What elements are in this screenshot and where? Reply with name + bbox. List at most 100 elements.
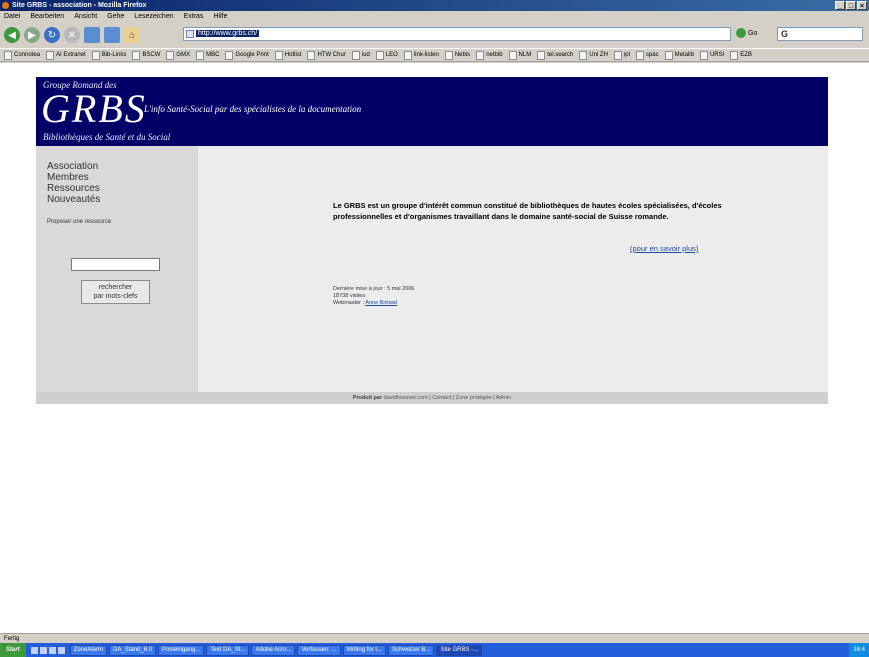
bookmark-item[interactable]: netbib bbox=[476, 51, 502, 60]
start-button[interactable]: Start bbox=[0, 643, 26, 657]
site-footer: Produit par davidhossvet.com | Contact |… bbox=[36, 392, 828, 404]
minimize-button[interactable]: _ bbox=[835, 1, 845, 10]
keyword-search-input[interactable] bbox=[71, 258, 160, 271]
bookmark-item[interactable]: Google Print bbox=[225, 51, 268, 60]
go-label: Go bbox=[748, 29, 758, 37]
bookmark-item[interactable]: spac bbox=[636, 51, 659, 60]
site-nav: Association Membres Ressources Nouveauté… bbox=[47, 161, 100, 205]
bookmark-item[interactable]: AI Extranet bbox=[46, 51, 86, 60]
nav-ressources[interactable]: Ressources bbox=[47, 183, 100, 194]
taskbar-item-active[interactable]: Site GRBS -... bbox=[436, 644, 483, 656]
bookmark-item[interactable]: NLM bbox=[509, 51, 532, 60]
bookmark-item[interactable]: LEO bbox=[376, 51, 398, 60]
menu-hilfe[interactable]: Hilfe bbox=[213, 11, 227, 22]
bookmarks-toolbar: Connotea AI Extranet Bib-Links BSCW GMX … bbox=[0, 48, 869, 62]
menu-bearbeiten[interactable]: Bearbeiten bbox=[30, 11, 64, 22]
bookmark-item[interactable]: Uni ZH bbox=[579, 51, 608, 60]
bookmark-item[interactable]: MBC bbox=[196, 51, 219, 60]
quick-launch bbox=[28, 646, 68, 654]
bookmark-item[interactable]: URSI bbox=[700, 51, 724, 60]
quick-launch-icon[interactable] bbox=[48, 646, 56, 654]
maximize-button[interactable]: □ bbox=[846, 1, 856, 10]
taskbar-item[interactable]: Text DA_St... bbox=[206, 644, 250, 656]
reload-icon[interactable]: ↻ bbox=[44, 27, 60, 43]
banner-tagline: L'info Santé-Social par des spécialistes… bbox=[144, 104, 362, 114]
bookmark-item[interactable]: HTW Chur bbox=[307, 51, 345, 60]
footer-producer-link[interactable]: davidhossvet.com bbox=[384, 395, 428, 401]
nav-membres[interactable]: Membres bbox=[47, 172, 100, 183]
webmaster-line: Webmaster : Anne Brésad bbox=[333, 300, 414, 307]
page-meta: Dernière mise à jour : 5 mai 2006 18738 … bbox=[333, 286, 414, 307]
bookmark-manager-icon[interactable] bbox=[104, 27, 120, 43]
taskbar-item[interactable]: Verfassen: ... bbox=[297, 644, 341, 656]
visit-count: 18738 visites bbox=[333, 293, 366, 299]
taskbar-item[interactable]: Adobe Acro... bbox=[251, 644, 296, 656]
window-controls: _ □ × bbox=[835, 1, 867, 10]
footer-protected-zone-link[interactable]: Zone protégée bbox=[456, 395, 492, 401]
bookmark-item[interactable]: link-listen bbox=[404, 51, 439, 60]
close-button[interactable]: × bbox=[857, 1, 867, 10]
home-icon[interactable]: ⌂ bbox=[124, 27, 140, 43]
quick-launch-icon[interactable] bbox=[39, 646, 47, 654]
more-info-link[interactable]: (pour en savoir plus) bbox=[630, 244, 698, 253]
quick-launch-icon[interactable] bbox=[57, 646, 65, 654]
bookmark-item[interactable]: EZB bbox=[730, 51, 752, 60]
grbs-logo[interactable]: GRBS bbox=[41, 87, 147, 131]
forward-arrow-icon[interactable]: ▶ bbox=[24, 27, 40, 43]
more-info: (pour en savoir plus) bbox=[630, 244, 698, 253]
main-content: Le GRBS est un groupe d'intérêt commun c… bbox=[198, 146, 828, 392]
search-input[interactable]: G bbox=[777, 27, 863, 41]
bookmark-item[interactable]: Connotea bbox=[4, 51, 40, 60]
nav-association[interactable]: Association bbox=[47, 161, 100, 172]
taskbar-item[interactable]: DA_Stand_6.0 bbox=[109, 644, 157, 656]
window-titlebar[interactable]: Site GRBS - association - Mozilla Firefo… bbox=[0, 0, 869, 11]
taskbar-item[interactable]: Schweizer B... bbox=[388, 644, 435, 656]
windows-taskbar: Start ZoneAlarm DA_Stand_6.0 Posteingang… bbox=[0, 643, 869, 657]
taskbar-item[interactable]: ZoneAlarm bbox=[69, 644, 108, 656]
webmaster-link[interactable]: Anne Brésad bbox=[365, 300, 397, 306]
keyword-search-button-label: rechercher par mots-clefs bbox=[93, 284, 138, 300]
webmaster-label: Webmaster : bbox=[333, 300, 365, 306]
intro-text: Le GRBS est un groupe d'intérêt commun c… bbox=[333, 201, 722, 221]
site-banner: Groupe Romand des GRBS L'info Santé-Soci… bbox=[36, 77, 828, 146]
bookmark-item[interactable]: tel.search bbox=[537, 51, 573, 60]
bookmark-item[interactable]: Nebis bbox=[445, 51, 470, 60]
taskbar-item[interactable]: Writing for t... bbox=[342, 644, 387, 656]
bookmark-item[interactable]: BSCW bbox=[132, 51, 160, 60]
bookmark-item[interactable]: GMX bbox=[166, 51, 190, 60]
taskbar-item[interactable]: Posteingang... bbox=[158, 644, 205, 656]
status-bar: Fertig bbox=[0, 633, 869, 643]
last-update: Dernière mise à jour : 5 mai 2006 bbox=[333, 286, 415, 292]
back-arrow-icon[interactable]: ◀ bbox=[4, 27, 20, 43]
quick-launch-icon[interactable] bbox=[30, 646, 38, 654]
footer-produced-by: Produit par bbox=[352, 395, 383, 401]
firefox-icon bbox=[2, 2, 9, 9]
stop-icon[interactable]: ✕ bbox=[64, 27, 80, 43]
menu-ansicht[interactable]: Ansicht bbox=[74, 11, 97, 22]
propose-resource-link[interactable]: Proposer une ressource bbox=[47, 219, 111, 225]
footer-contact-link[interactable]: Contact bbox=[432, 395, 451, 401]
footer-admin-link[interactable]: Admin bbox=[496, 395, 512, 401]
content-columns: Association Membres Ressources Nouveauté… bbox=[36, 146, 828, 392]
menu-gehe[interactable]: Gehe bbox=[107, 11, 124, 22]
system-tray-clock: 16:4 bbox=[849, 643, 869, 657]
url-text: http://www.grbs.ch/ bbox=[196, 30, 260, 37]
bookmark-item[interactable]: ipl bbox=[614, 51, 630, 60]
page-favicon-icon bbox=[186, 30, 194, 38]
go-button[interactable]: Go bbox=[736, 28, 757, 38]
nav-nouveautes[interactable]: Nouveautés bbox=[47, 194, 100, 205]
bookmark-item[interactable]: iud bbox=[352, 51, 370, 60]
keyword-search-button[interactable]: rechercher par mots-clefs bbox=[81, 280, 150, 304]
new-window-icon[interactable] bbox=[84, 27, 100, 43]
menu-bar: Datei Bearbeiten Ansicht Gehe Lesezeiche… bbox=[0, 11, 869, 22]
window-title: Site GRBS - association - Mozilla Firefo… bbox=[12, 2, 147, 9]
bookmark-item[interactable]: Metalib bbox=[665, 51, 694, 60]
url-bar[interactable]: http://www.grbs.ch/ bbox=[183, 27, 731, 41]
page-viewport[interactable]: Groupe Romand des GRBS L'info Santé-Soci… bbox=[0, 63, 869, 633]
menu-extras[interactable]: Extras bbox=[184, 11, 204, 22]
menu-lesezeichen[interactable]: Lesezeichen bbox=[134, 11, 173, 22]
menu-datei[interactable]: Datei bbox=[4, 11, 20, 22]
grbs-site: Groupe Romand des GRBS L'info Santé-Soci… bbox=[36, 77, 828, 404]
bookmark-item[interactable]: Hotlist bbox=[275, 51, 302, 60]
bookmark-item[interactable]: Bib-Links bbox=[92, 51, 127, 60]
